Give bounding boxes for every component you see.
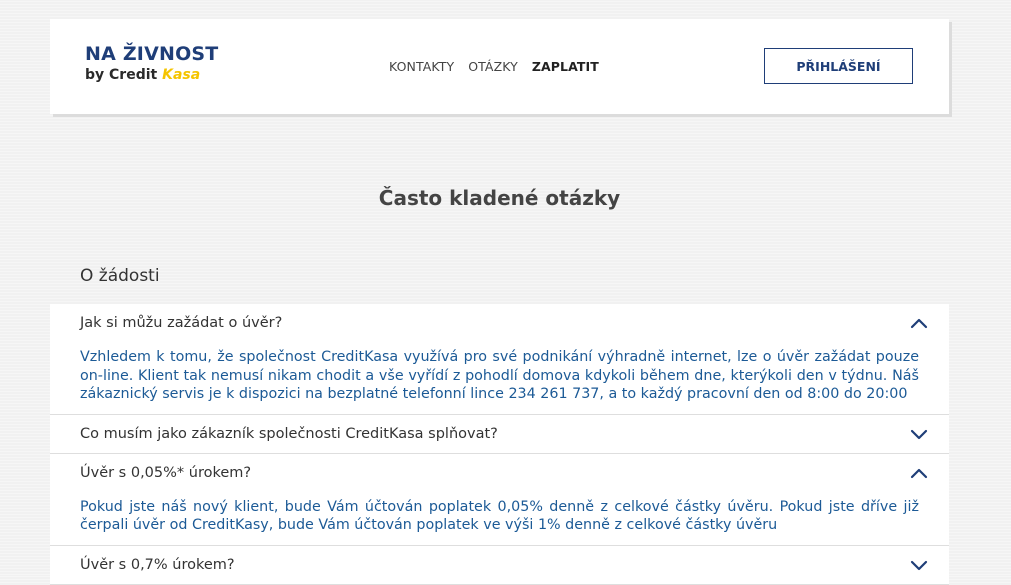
logo-by-credit: by Credit xyxy=(85,67,163,83)
faq-item: Jak si můžu zažádat o úvěr? Vzhledem k t… xyxy=(50,304,949,415)
faq-question-row[interactable]: Úvěr s 0,7% úrokem? xyxy=(50,546,949,584)
faq-item: Úvěr s 0,05%* úrokem? Pokud jste náš nov… xyxy=(50,453,949,546)
site-header: NA ŽIVNOST by Credit Kasa KONTAKTY OTÁZK… xyxy=(50,19,949,114)
faq-list: Jak si můžu zažádat o úvěr? Vzhledem k t… xyxy=(50,304,949,585)
page-title: Často kladené otázky xyxy=(378,186,621,210)
faq-item: Úvěr s 0,7% úrokem? xyxy=(50,545,949,585)
chevron-down-icon[interactable] xyxy=(910,428,928,440)
login-button[interactable]: PŘIHLÁŠENÍ xyxy=(764,48,913,84)
nav-item-otazky[interactable]: OTÁZKY xyxy=(468,59,518,74)
faq-question-row[interactable]: Úvěr s 0,05%* úrokem? xyxy=(50,454,949,492)
logo-kasa: Kasa xyxy=(162,67,201,83)
faq-answer: Vzhledem k tomu, že společnost CreditKas… xyxy=(80,349,919,402)
logo-subtitle: by Credit Kasa xyxy=(85,67,218,83)
faq-question: Co musím jako zákazník společnosti Credi… xyxy=(80,425,498,442)
faq-question: Úvěr s 0,05%* úrokem? xyxy=(80,464,252,481)
chevron-down-icon[interactable] xyxy=(910,559,928,571)
chevron-up-icon[interactable] xyxy=(910,467,928,479)
faq-item: Co musím jako zákazník společnosti Credi… xyxy=(50,414,949,454)
faq-question: Úvěr s 0,7% úrokem? xyxy=(80,556,235,573)
faq-question-row[interactable]: Co musím jako zákazník společnosti Credi… xyxy=(50,415,949,453)
logo-title: NA ŽIVNOST xyxy=(85,43,219,65)
faq-answer: Pokud jste náš nový klient, bude Vám účt… xyxy=(80,498,919,534)
section-heading: O žádosti xyxy=(80,266,160,286)
faq-question: Jak si můžu zažádat o úvěr? xyxy=(80,315,283,331)
nav-item-zaplatit[interactable]: ZAPLATIT xyxy=(532,59,599,74)
main-nav: KONTAKTY OTÁZKY ZAPLATIT xyxy=(389,59,599,74)
faq-question-row[interactable]: Jak si můžu zažádat o úvěr? xyxy=(50,304,949,342)
chevron-up-icon[interactable] xyxy=(910,317,928,329)
logo[interactable]: NA ŽIVNOST by Credit Kasa xyxy=(85,43,218,83)
nav-item-kontakty[interactable]: KONTAKTY xyxy=(389,59,454,74)
